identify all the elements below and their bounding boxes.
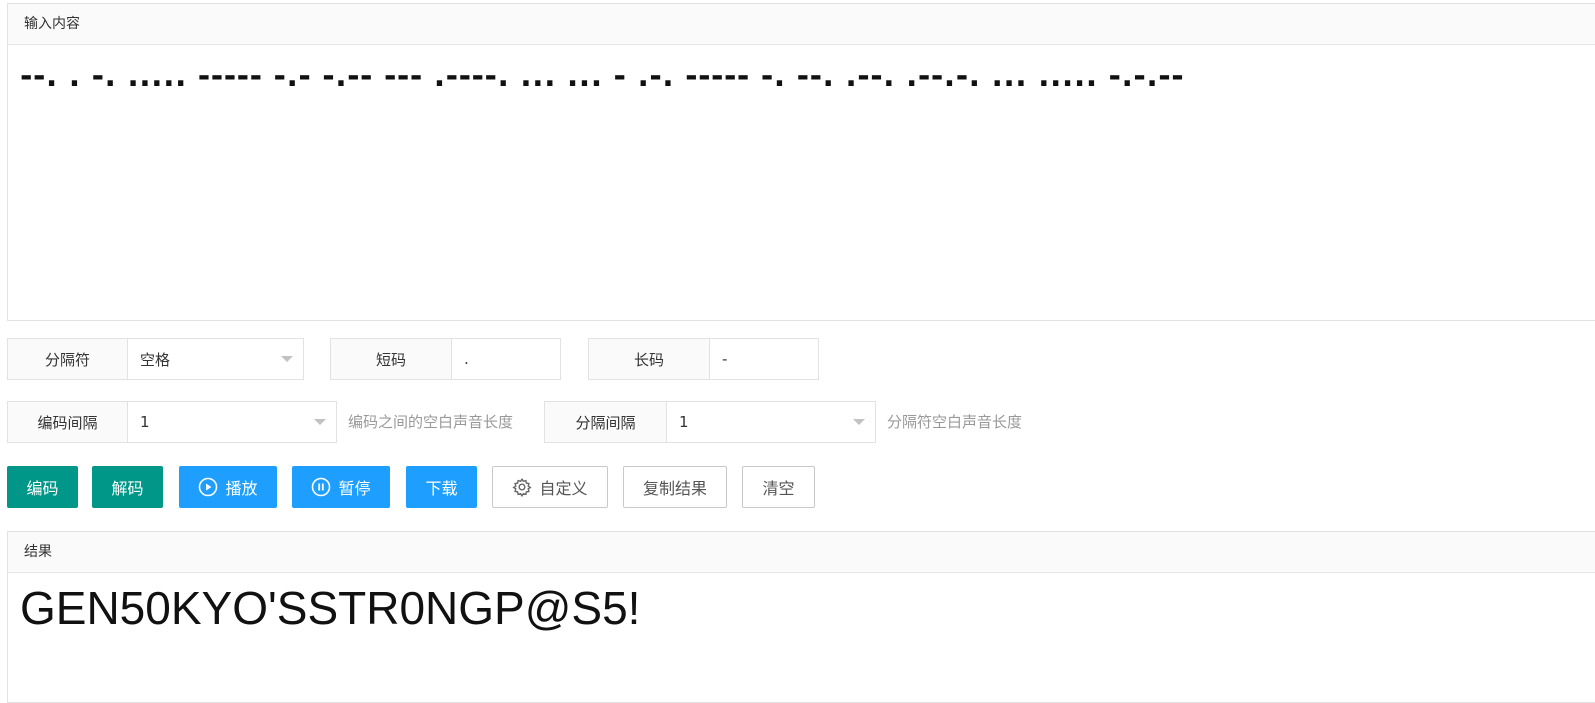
separator-interval-field: 分隔间隔 1 xyxy=(544,401,876,443)
play-button[interactable]: 播放 xyxy=(179,466,277,508)
customize-button[interactable]: 自定义 xyxy=(492,466,608,508)
input-textarea[interactable] xyxy=(8,45,1595,319)
separator-select[interactable]: 空格 xyxy=(128,339,303,379)
code-interval-field: 编码间隔 1 xyxy=(7,401,337,443)
play-circle-icon xyxy=(198,477,218,497)
input-panel: 输入内容 xyxy=(7,3,1595,321)
code-interval-select[interactable]: 1 xyxy=(128,402,336,442)
customize-button-label: 自定义 xyxy=(539,479,588,498)
encode-button[interactable]: 编码 xyxy=(7,466,78,508)
result-output[interactable]: GEN50KYO'SSTR0NGP@S5! xyxy=(8,573,1595,644)
chevron-down-icon xyxy=(281,356,293,362)
long-code-input[interactable]: - xyxy=(710,339,818,379)
encode-button-label: 编码 xyxy=(26,479,59,498)
code-interval-label: 编码间隔 xyxy=(8,402,128,442)
code-interval-hint: 编码之间的空白声音长度 xyxy=(348,413,514,431)
pause-button[interactable]: 暂停 xyxy=(292,466,390,508)
separator-interval-select[interactable]: 1 xyxy=(667,402,875,442)
result-panel-header: 结果 xyxy=(8,532,1595,573)
clear-button[interactable]: 清空 xyxy=(742,466,815,508)
download-button-label: 下载 xyxy=(425,479,458,498)
separator-interval-label: 分隔间隔 xyxy=(545,402,667,442)
chevron-down-icon xyxy=(853,419,865,425)
code-interval-value: 1 xyxy=(140,413,150,431)
short-code-field: 短码 . xyxy=(330,338,561,380)
clear-button-label: 清空 xyxy=(762,479,795,498)
download-button[interactable]: 下载 xyxy=(406,466,477,508)
result-panel: 结果 GEN50KYO'SSTR0NGP@S5! xyxy=(7,531,1595,703)
short-code-label: 短码 xyxy=(331,339,452,379)
decode-button[interactable]: 解码 xyxy=(92,466,163,508)
decode-button-label: 解码 xyxy=(111,479,144,498)
separator-value: 空格 xyxy=(140,350,171,369)
gear-icon xyxy=(512,477,533,497)
chevron-down-icon xyxy=(314,419,326,425)
long-code-field: 长码 - xyxy=(588,338,819,380)
separator-interval-hint: 分隔符空白声音长度 xyxy=(887,413,1023,431)
play-button-label: 播放 xyxy=(225,479,258,498)
input-panel-header: 输入内容 xyxy=(8,4,1595,45)
copy-result-button-label: 复制结果 xyxy=(642,479,707,498)
separator-interval-value: 1 xyxy=(679,413,689,431)
copy-result-button[interactable]: 复制结果 xyxy=(623,466,727,508)
pause-button-label: 暂停 xyxy=(338,479,371,498)
pause-circle-icon xyxy=(311,477,331,497)
separator-label: 分隔符 xyxy=(8,339,128,379)
separator-field: 分隔符 空格 xyxy=(7,338,304,380)
short-code-input[interactable]: . xyxy=(452,339,560,379)
long-code-label: 长码 xyxy=(589,339,710,379)
